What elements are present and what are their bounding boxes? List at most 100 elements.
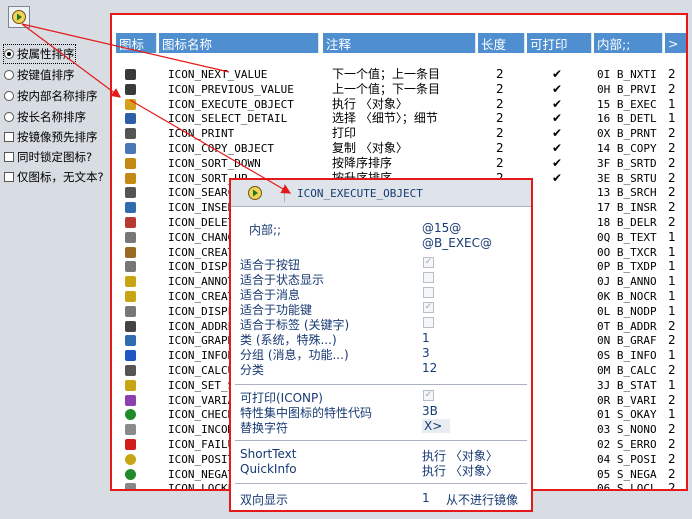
table-row[interactable]: ICON_SELECT_DETAIL 选择 〈细节〉；细节 2 ✔ 16 B_DETL 1 bbox=[112, 111, 686, 126]
popup-header: ICON_EXECUTE_OBJECT bbox=[231, 180, 531, 207]
icon-name: ICON_PREVIOUS_VALUE bbox=[168, 82, 294, 96]
internal-code: 01 S_OKAY bbox=[597, 408, 657, 422]
header-scroll-right[interactable]: > bbox=[665, 33, 686, 53]
extra-col: 1 bbox=[668, 229, 676, 244]
icon-name: ICON_SORT_DOWN bbox=[168, 156, 261, 170]
internal-code: 0T B_ADDR bbox=[597, 319, 657, 333]
sort-up-icon bbox=[125, 171, 145, 186]
internal-code: 0O B_TXCR bbox=[597, 245, 657, 259]
extra-col: 2 bbox=[668, 422, 676, 437]
internal-code: 0J B_ANNO bbox=[597, 275, 657, 289]
popup-checkbox: ✓ bbox=[423, 257, 434, 268]
icon-length: 2 bbox=[496, 126, 504, 141]
popup-checkbox bbox=[423, 272, 434, 283]
popup-row: 适合于消息 bbox=[240, 286, 530, 302]
header-icon[interactable]: 图标 bbox=[116, 33, 157, 53]
checkbox[interactable] bbox=[4, 132, 14, 142]
internal-code: 0X B_PRNT bbox=[597, 127, 657, 141]
popup-checkbox bbox=[423, 287, 434, 298]
internal-code: 05 S_NEGA bbox=[597, 467, 657, 481]
icon-length: 2 bbox=[496, 155, 504, 170]
sort-option-1[interactable]: 按键值排序 bbox=[4, 66, 75, 84]
extra-col: 2 bbox=[668, 437, 676, 451]
extra-col: 2 bbox=[668, 481, 676, 491]
bidi-row-label: 双向显示 bbox=[240, 493, 289, 507]
radio-button[interactable] bbox=[4, 70, 14, 80]
check-icon bbox=[125, 407, 145, 422]
sort-option-6[interactable]: 仅图标，无文本? bbox=[4, 168, 104, 186]
checkbox[interactable] bbox=[4, 172, 14, 182]
internal-code: 3F B_SRTD bbox=[597, 156, 657, 170]
printable-check bbox=[552, 319, 572, 334]
quickinfo-row-label: QuickInfo bbox=[240, 462, 297, 476]
header-length[interactable]: 长度 bbox=[478, 33, 525, 53]
charset-row-value: 3B bbox=[422, 404, 438, 418]
bidi-row: 双向显示 1 从不进行镜像 bbox=[240, 491, 530, 507]
radio-button[interactable] bbox=[4, 91, 14, 101]
internal-value-2: @B_EXEC@ bbox=[422, 236, 492, 250]
internal-code: 13 B_SRCH bbox=[597, 186, 657, 200]
table-row[interactable]: ICON_PREVIOUS_VALUE 上一个值；下一条目 2 ✔ 0H B_PRVI 2 bbox=[112, 82, 686, 97]
icon-note: 按降序排序 bbox=[332, 155, 393, 170]
internal-code: 0I B_NXTI bbox=[597, 68, 657, 81]
sort-option-5[interactable]: 同时锁定图标? bbox=[4, 148, 92, 166]
checkbox[interactable] bbox=[4, 152, 14, 162]
table-row[interactable]: ICON_PRINT 打印 2 ✔ 0X B_PRNT 2 bbox=[112, 126, 686, 141]
extra-col: 2 bbox=[668, 215, 676, 229]
icon-note: 选择 〈细节〉；细节 bbox=[332, 111, 438, 126]
internal-code: 02 S_ERRO bbox=[597, 438, 657, 451]
printable-check bbox=[552, 289, 572, 304]
internal-code: 18 B_DELR bbox=[597, 216, 657, 229]
printable-check bbox=[552, 245, 572, 260]
radio-button[interactable] bbox=[4, 49, 14, 59]
extra-col: 2 bbox=[668, 141, 676, 155]
internal-code: 0K B_NOCR bbox=[597, 290, 657, 303]
extra-col: 2 bbox=[668, 155, 676, 170]
sort-option-4[interactable]: 按镜像预先排序 bbox=[4, 128, 98, 146]
popup-row: 适合于状态显示 bbox=[240, 271, 530, 287]
sort-option-label: 按属性排序 bbox=[17, 47, 75, 61]
graphics-icon bbox=[125, 333, 145, 348]
printable-check bbox=[552, 333, 572, 348]
popup-checkbox: ✓ bbox=[423, 302, 434, 313]
radio-button[interactable] bbox=[4, 112, 14, 122]
header-name[interactable]: 图标名称 bbox=[159, 33, 319, 53]
internal-code: 04 S_POSI bbox=[597, 452, 657, 466]
header-note[interactable]: 注释 bbox=[323, 33, 476, 53]
execute-button[interactable] bbox=[8, 6, 30, 28]
failure-icon bbox=[125, 437, 145, 452]
insert-icon bbox=[125, 200, 145, 215]
locked-icon bbox=[125, 481, 145, 489]
icon-detail-popup: ICON_EXECUTE_OBJECT 内部;; @15@ @B_EXEC@ 适… bbox=[229, 178, 533, 512]
table-row[interactable]: ICON_SORT_DOWN 按降序排序 2 ✔ 3F B_SRTD 2 bbox=[112, 155, 686, 171]
popup-title: ICON_EXECUTE_OBJECT bbox=[297, 187, 423, 200]
table-row[interactable]: ICON_EXECUTE_OBJECT 执行 〈对象〉 2 ✔ 15 B_EXEC 1 bbox=[112, 97, 686, 112]
address-icon bbox=[125, 319, 145, 334]
sort-option-label: 按内部名称排序 bbox=[17, 89, 98, 103]
printable-check bbox=[552, 437, 572, 452]
bidi-row-value: 1 bbox=[422, 491, 430, 505]
internal-code: 0L B_NODP bbox=[597, 304, 657, 318]
header-printable[interactable]: 可打印 bbox=[527, 33, 592, 53]
printable-check: ✔ bbox=[552, 67, 563, 81]
printable-check bbox=[552, 200, 572, 215]
extra-col: 1 bbox=[668, 348, 676, 363]
magnifier-icon bbox=[125, 111, 145, 126]
printable-check bbox=[552, 378, 572, 393]
internal-row: 内部;; @15@ bbox=[249, 221, 539, 237]
extra-col: 2 bbox=[668, 318, 676, 333]
sort-option-0[interactable]: 按属性排序 bbox=[3, 44, 76, 64]
incomplete-icon bbox=[125, 422, 145, 437]
popup-row-value: 12 bbox=[422, 361, 438, 375]
substitute-row-label: 替换字符 bbox=[240, 421, 289, 435]
table-row[interactable]: ICON_COPY_OBJECT 复制 〈对象〉 2 ✔ 14 B_COPY 2 bbox=[112, 141, 686, 156]
sort-option-3[interactable]: 按长名称排序 bbox=[4, 108, 86, 126]
header-internal[interactable]: 内部;; bbox=[594, 33, 663, 53]
printable-row: 可打印(ICONP) ✓ bbox=[240, 389, 530, 405]
create-text-icon bbox=[125, 245, 145, 260]
extra-col: 2 bbox=[668, 200, 676, 215]
table-row[interactable]: ICON_NEXT_VALUE 下一个值；上一条目 2 ✔ 0I B_NXTI 2 bbox=[112, 67, 686, 82]
sort-down-icon bbox=[125, 156, 145, 171]
sort-option-2[interactable]: 按内部名称排序 bbox=[4, 87, 98, 105]
internal-row-2: @B_EXEC@ bbox=[249, 236, 539, 251]
